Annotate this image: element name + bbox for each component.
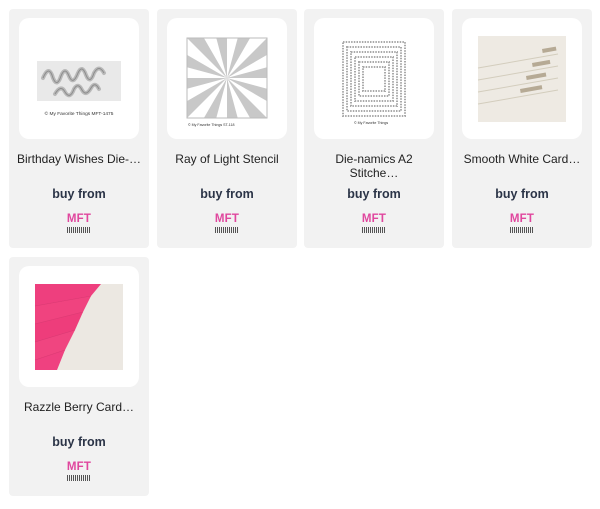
product-card[interactable]: Smooth White Card… buy from MFT	[452, 9, 592, 248]
image-caption: © My Favorite Things	[354, 121, 388, 125]
product-card[interactable]: © My Favorite Things ST-118 Ray of Light…	[157, 9, 297, 248]
product-title[interactable]: Birthday Wishes Die-…	[15, 152, 143, 166]
product-title[interactable]: Razzle Berry Card…	[15, 400, 143, 414]
buy-from-link[interactable]: buy from	[452, 187, 592, 201]
barcode-icon	[215, 227, 239, 233]
product-image[interactable]: © My Favorite Things ST-118	[167, 18, 287, 139]
product-title[interactable]: Smooth White Card…	[458, 152, 586, 166]
buy-from-link[interactable]: buy from	[304, 187, 444, 201]
mft-logo[interactable]: MFT	[360, 213, 388, 237]
product-card[interactable]: © My Favorite Things Die-namics A2 Stitc…	[304, 9, 444, 248]
buy-from-link[interactable]: buy from	[9, 187, 149, 201]
product-title[interactable]: Die-namics A2 Stitche…	[310, 152, 438, 180]
buy-from-link[interactable]: buy from	[157, 187, 297, 201]
mft-logo[interactable]: MFT	[65, 213, 93, 237]
mft-logo[interactable]: MFT	[213, 213, 241, 237]
product-image[interactable]	[19, 266, 139, 387]
vendor-label: MFT	[214, 213, 240, 225]
barcode-icon	[67, 475, 91, 481]
product-image[interactable]: © My Favorite Things MFT-1475	[19, 18, 139, 139]
vendor-label: MFT	[361, 213, 387, 225]
vendor-label: MFT	[66, 461, 92, 473]
barcode-icon	[362, 227, 386, 233]
product-card[interactable]: Razzle Berry Card… buy from MFT	[9, 257, 149, 496]
barcode-icon	[67, 227, 91, 233]
vendor-label: MFT	[509, 213, 535, 225]
buy-from-link[interactable]: buy from	[9, 435, 149, 449]
image-caption: © My Favorite Things MFT-1475	[45, 110, 114, 117]
vendor-label: MFT	[66, 213, 92, 225]
image-caption: © My Favorite Things ST-118	[188, 123, 234, 127]
mft-logo[interactable]: MFT	[65, 461, 93, 485]
product-image[interactable]: © My Favorite Things	[314, 18, 434, 139]
product-title[interactable]: Ray of Light Stencil	[163, 152, 291, 166]
product-card[interactable]: © My Favorite Things MFT-1475 Birthday W…	[9, 9, 149, 248]
product-image[interactable]	[462, 18, 582, 139]
mft-logo[interactable]: MFT	[508, 213, 536, 237]
barcode-icon	[510, 227, 534, 233]
